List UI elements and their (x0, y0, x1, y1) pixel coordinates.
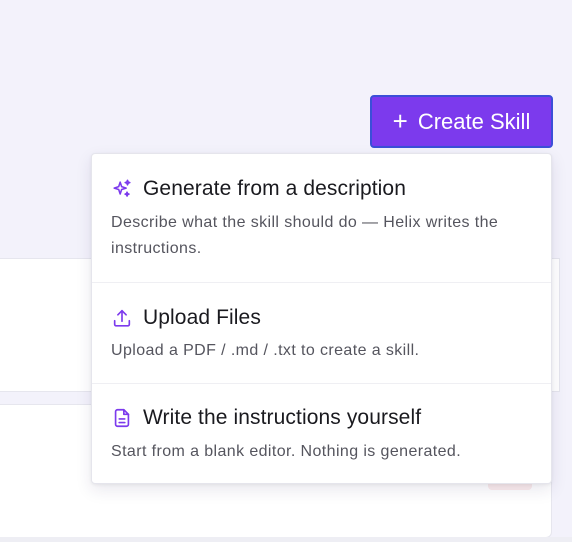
menu-item-description: Upload a PDF / .md / .txt to create a sk… (111, 342, 420, 359)
upload-icon (111, 307, 133, 329)
menu-item-description: Describe what the skill should do — Heli… (111, 214, 499, 257)
menu-item-title: Upload Files (143, 306, 261, 329)
create-skill-label: Create Skill (417, 108, 531, 134)
document-icon (111, 407, 133, 429)
divider (0, 537, 572, 542)
create-skill-menu: Generate from a description Describe wha… (91, 153, 552, 484)
menu-item-title: Write the instructions yourself (143, 406, 422, 429)
create-skill-button[interactable]: + Create Skill (370, 95, 553, 148)
menu-item-generate[interactable]: Generate from a description Describe wha… (92, 154, 551, 282)
sparkles-icon (111, 178, 133, 200)
menu-item-upload[interactable]: Upload Files Upload a PDF / .md / .txt t… (92, 282, 551, 383)
plus-icon: + (392, 105, 408, 136)
menu-item-title: Generate from a description (143, 177, 406, 200)
menu-item-write[interactable]: Write the instructions yourself Start fr… (92, 383, 551, 484)
menu-item-description: Start from a blank editor. Nothing is ge… (111, 443, 462, 460)
